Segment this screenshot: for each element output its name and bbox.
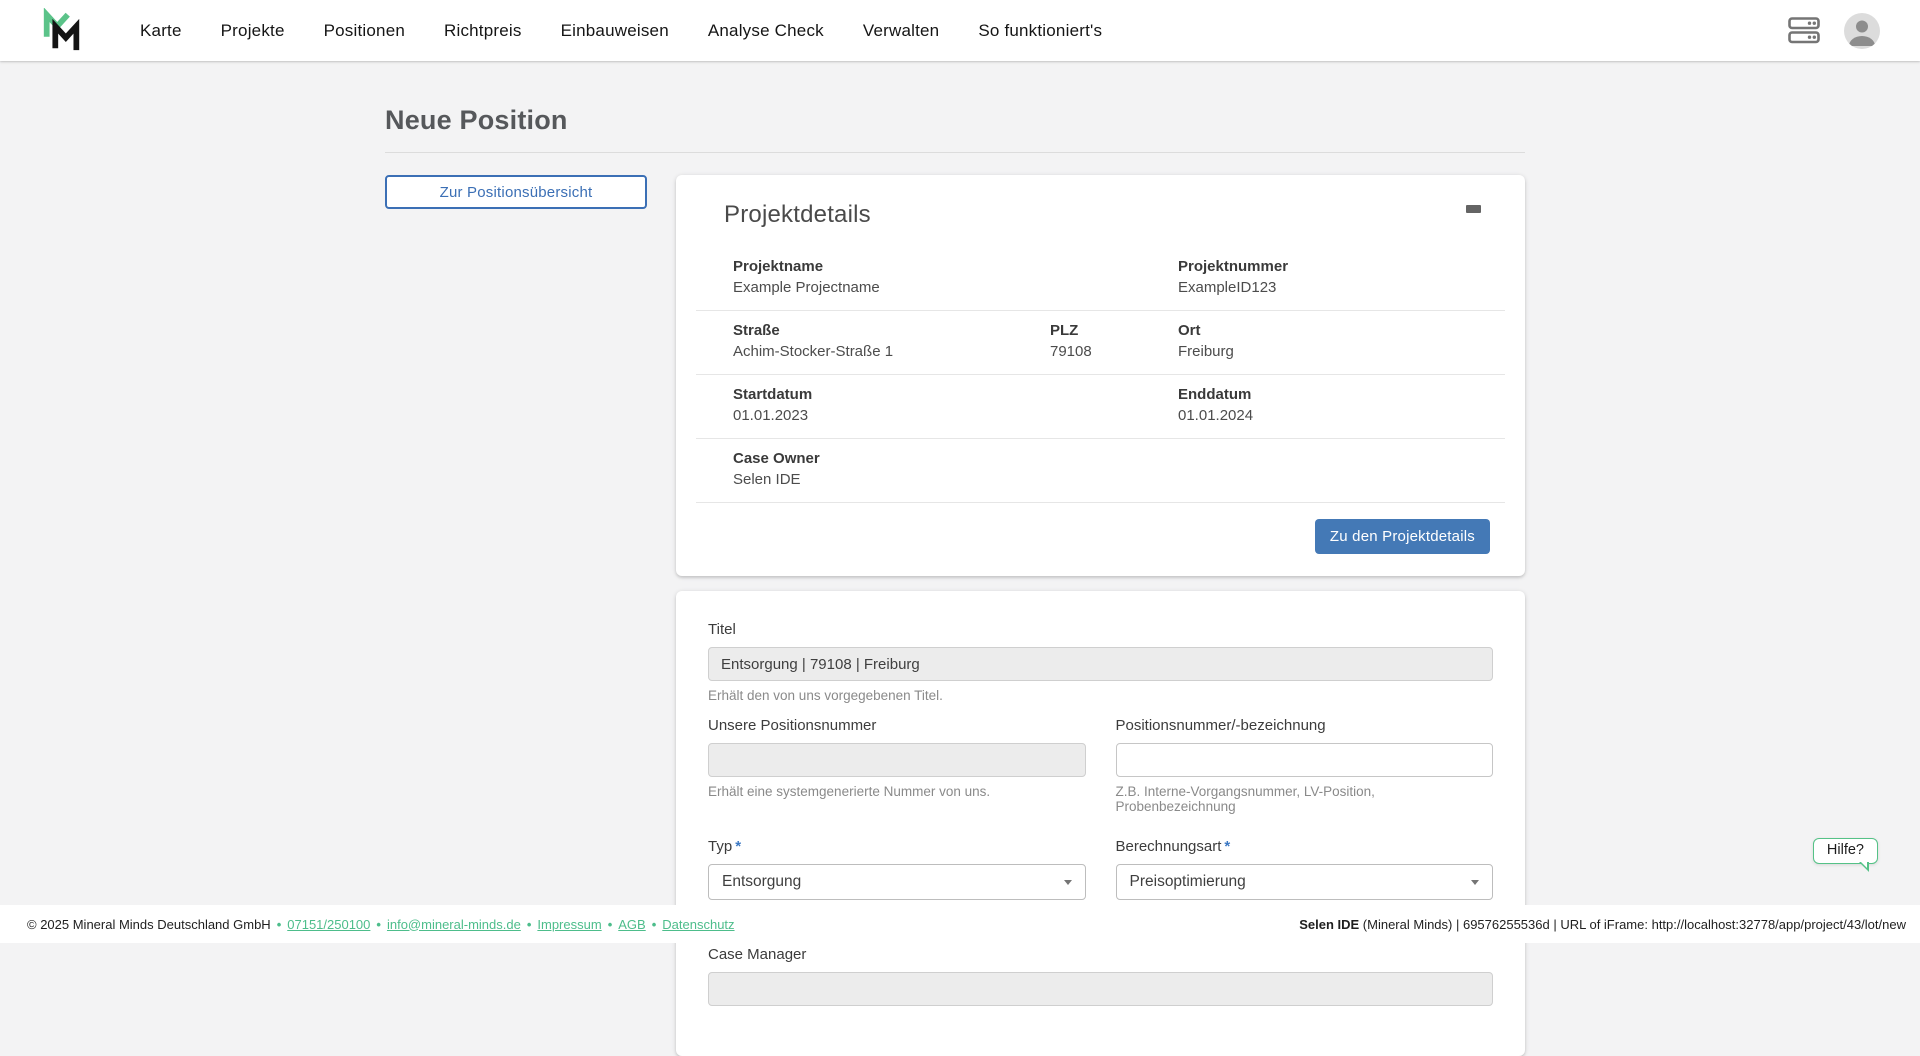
- nav-item-analyse-check[interactable]: Analyse Check: [708, 21, 824, 41]
- back-to-positions-button[interactable]: Zur Positionsübersicht: [385, 175, 647, 209]
- unsere-positionsnummer-label: Unsere Positionsnummer: [708, 717, 1086, 734]
- positionsnummer-input[interactable]: [1116, 743, 1494, 777]
- footer-separator: •: [376, 917, 381, 932]
- unsere-positionsnummer-helper: Erhält eine systemgenerierte Nummer von …: [708, 784, 1086, 799]
- enddatum-label: Enddatum: [1178, 386, 1505, 403]
- nav-item-so-funktionierts[interactable]: So funktioniert's: [978, 21, 1102, 41]
- nav-item-positionen[interactable]: Positionen: [324, 21, 405, 41]
- berechnungsart-select-value: Preisoptimierung: [1130, 873, 1246, 891]
- footer-separator: •: [277, 917, 282, 932]
- berechnungsart-select[interactable]: Preisoptimierung: [1116, 864, 1494, 900]
- table-row: Startdatum 01.01.2023 Enddatum 01.01.202…: [696, 375, 1505, 439]
- table-row: Straße Achim-Stocker-Straße 1 PLZ 79108 …: [696, 311, 1505, 375]
- footer-link-phone[interactable]: 07151/250100: [287, 917, 370, 932]
- nav-item-richtpreis[interactable]: Richtpreis: [444, 21, 522, 41]
- projektnummer-label: Projektnummer: [1178, 258, 1505, 275]
- case-manager-input: [708, 972, 1493, 1006]
- plz-value: 79108: [1050, 343, 1178, 360]
- case-owner-label: Case Owner: [733, 450, 1178, 467]
- titel-label: Titel: [708, 621, 1493, 638]
- project-details-card: Projektdetails Projektname Example Proje…: [676, 175, 1525, 576]
- footer-separator: •: [652, 917, 657, 932]
- footer-user-name: Selen IDE: [1299, 917, 1359, 932]
- titel-input: [708, 647, 1493, 681]
- go-to-project-details-button[interactable]: Zu den Projektdetails: [1315, 519, 1490, 554]
- footer-session-info: Selen IDE (Mineral Minds) | 69576255536d…: [1299, 917, 1906, 932]
- project-details-title: Projektdetails: [724, 201, 1477, 229]
- unsere-positionsnummer-field: Unsere Positionsnummer Erhält eine syste…: [708, 717, 1086, 814]
- unsere-positionsnummer-input: [708, 743, 1086, 777]
- titel-helper: Erhält den von uns vorgegebenen Titel.: [708, 688, 1493, 703]
- nav-right-actions: [1788, 13, 1920, 49]
- enddatum-value: 01.01.2024: [1178, 407, 1505, 424]
- projektnummer-value: ExampleID123: [1178, 279, 1505, 296]
- typ-select-value: Entsorgung: [722, 873, 801, 891]
- projektname-value: Example Projectname: [733, 279, 1178, 296]
- nav-item-projekte[interactable]: Projekte: [221, 21, 285, 41]
- startdatum-value: 01.01.2023: [733, 407, 1178, 424]
- case-manager-field: Case Manager: [708, 946, 1493, 1006]
- footer-separator: •: [527, 917, 532, 932]
- footer-link-agb[interactable]: AGB: [618, 917, 645, 932]
- startdatum-label: Startdatum: [733, 386, 1178, 403]
- footer-link-impressum[interactable]: Impressum: [537, 917, 601, 932]
- strasse-label: Straße: [733, 322, 1050, 339]
- main-nav: Karte Projekte Positionen Richtpreis Ein…: [140, 21, 1102, 41]
- case-manager-label: Case Manager: [708, 946, 1493, 963]
- footer-copyright: © 2025 Mineral Minds Deutschland GmbH: [27, 917, 271, 932]
- required-asterisk: *: [735, 838, 741, 855]
- chevron-down-icon: [1064, 880, 1072, 885]
- positionsnummer-helper: Z.B. Interne-Vorgangsnummer, LV-Position…: [1116, 784, 1494, 814]
- project-details-table: Projektname Example Projectname Projektn…: [696, 247, 1505, 503]
- new-position-form-card: Titel Erhält den von uns vorgegebenen Ti…: [676, 591, 1525, 1056]
- collapse-minus-icon[interactable]: [1466, 205, 1481, 213]
- ort-value: Freiburg: [1178, 343, 1505, 360]
- footer-link-email[interactable]: info@mineral-minds.de: [387, 917, 521, 932]
- server-icon[interactable]: [1788, 17, 1820, 44]
- titel-field: Titel Erhält den von uns vorgegebenen Ti…: [708, 621, 1493, 703]
- required-asterisk: *: [1224, 838, 1230, 855]
- footer-left: © 2025 Mineral Minds Deutschland GmbH • …: [27, 917, 735, 932]
- positionsnummer-label: Positionsnummer/-bezeichnung: [1116, 717, 1494, 734]
- nav-item-verwalten[interactable]: Verwalten: [863, 21, 939, 41]
- left-column: Zur Positionsübersicht: [385, 175, 647, 209]
- footer: © 2025 Mineral Minds Deutschland GmbH • …: [0, 905, 1920, 943]
- footer-link-datenschutz[interactable]: Datenschutz: [662, 917, 734, 932]
- ort-label: Ort: [1178, 322, 1505, 339]
- table-row: Projektname Example Projectname Projektn…: [696, 247, 1505, 311]
- nav-item-einbauweisen[interactable]: Einbauweisen: [561, 21, 669, 41]
- plz-label: PLZ: [1050, 322, 1178, 339]
- user-avatar-icon[interactable]: [1844, 13, 1880, 49]
- mineral-minds-logo-icon: [40, 8, 84, 54]
- case-owner-value: Selen IDE: [733, 471, 1178, 488]
- footer-session-details: (Mineral Minds) | 69576255536d | URL of …: [1359, 917, 1906, 932]
- page-title: Neue Position: [385, 105, 1525, 136]
- projektname-label: Projektname: [733, 258, 1178, 275]
- typ-label: Typ*: [708, 838, 1086, 855]
- footer-separator: •: [608, 917, 613, 932]
- berechnungsart-label: Berechnungsart*: [1116, 838, 1494, 855]
- mineral-minds-logo[interactable]: [40, 8, 84, 54]
- chevron-down-icon: [1471, 880, 1479, 885]
- help-button[interactable]: Hilfe?: [1813, 838, 1878, 864]
- nav-item-karte[interactable]: Karte: [140, 21, 182, 41]
- top-navigation-bar: Karte Projekte Positionen Richtpreis Ein…: [0, 0, 1920, 61]
- strasse-value: Achim-Stocker-Straße 1: [733, 343, 1050, 360]
- positionsnummer-field: Positionsnummer/-bezeichnung Z.B. Intern…: [1116, 717, 1494, 814]
- title-divider: [385, 152, 1525, 153]
- table-row: Case Owner Selen IDE: [696, 439, 1505, 503]
- typ-select[interactable]: Entsorgung: [708, 864, 1086, 900]
